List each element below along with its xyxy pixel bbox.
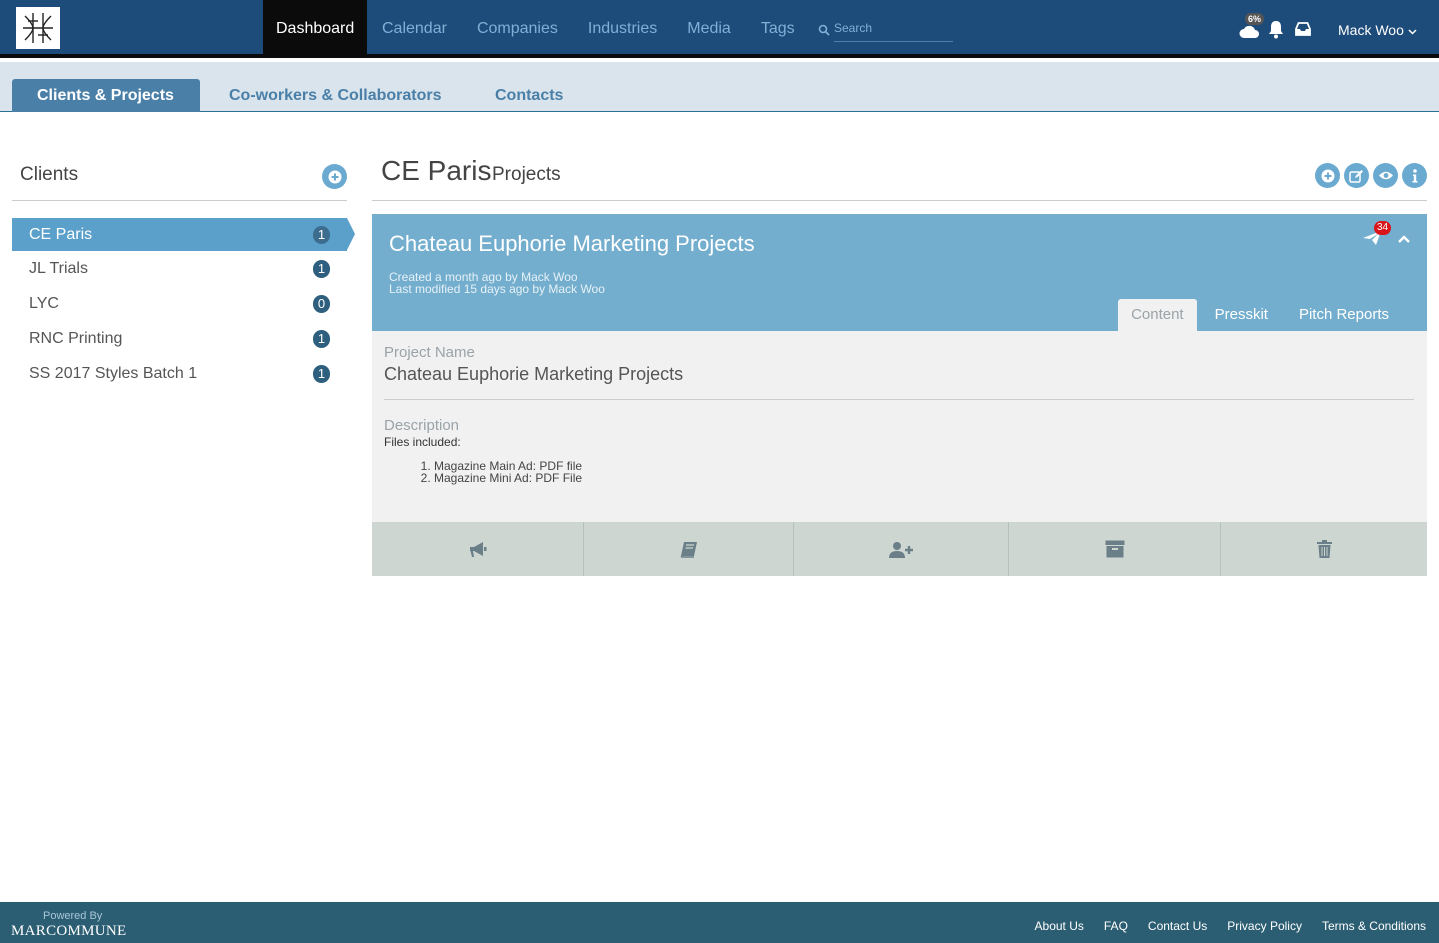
- pitch-button[interactable]: [372, 522, 584, 576]
- client-item[interactable]: SS 2017 Styles Batch 1 1: [12, 357, 355, 391]
- project-count-badge: 0: [313, 295, 330, 313]
- add-collaborator-button[interactable]: [794, 522, 1009, 576]
- user-menu[interactable]: Mack Woo: [1338, 22, 1417, 38]
- tab-coworkers-collaborators[interactable]: Co-workers & Collaborators: [229, 79, 441, 112]
- client-item[interactable]: LYC 0: [12, 287, 355, 321]
- eye-icon: [1378, 171, 1393, 180]
- client-list: CE Paris 1 JL Trials 1 LYC 0 RNC Printin…: [12, 218, 355, 392]
- footer: Powered By MARCOMMUNE About Us FAQ Conta…: [0, 902, 1439, 943]
- nav-media[interactable]: Media: [672, 0, 746, 58]
- client-name: LYC: [29, 295, 59, 312]
- project-name-value: Chateau Euphorie Marketing Projects: [384, 364, 684, 384]
- nav-right-icons: 6%: [1238, 13, 1312, 40]
- project-title: Chateau Euphorie Marketing Projects: [389, 231, 755, 256]
- nav-calendar[interactable]: Calendar: [367, 0, 462, 58]
- edit-client-button[interactable]: [1344, 163, 1369, 188]
- nav-dashboard[interactable]: Dashboard: [263, 0, 367, 58]
- logo-icon: [23, 13, 53, 43]
- client-name: JL Trials: [29, 260, 88, 277]
- project-name-label: Project Name: [384, 344, 475, 361]
- search-input[interactable]: [834, 18, 953, 42]
- description-intro: Files included:: [384, 435, 461, 449]
- tab-content[interactable]: Content: [1118, 299, 1197, 331]
- client-title: CE Paris: [381, 155, 492, 186]
- project-count-badge: 1: [313, 365, 330, 383]
- delete-button[interactable]: [1221, 522, 1427, 576]
- archive-button[interactable]: [1009, 522, 1221, 576]
- description-label: Description: [384, 417, 460, 434]
- project-count-badge: 1: [313, 330, 330, 348]
- notification-count-badge: 34: [1374, 221, 1392, 235]
- trash-icon: [1316, 540, 1332, 558]
- project-header-icons: 34: [1362, 221, 1410, 248]
- megaphone-icon: [469, 541, 486, 557]
- footer-link-faq[interactable]: FAQ: [1104, 919, 1128, 933]
- projects-subtitle: Projects: [492, 164, 561, 185]
- divider: [384, 399, 1414, 400]
- footer-link-terms[interactable]: Terms & Conditions: [1322, 919, 1426, 933]
- project-tabs: Content Presskit Pitch Reports: [1113, 299, 1402, 331]
- client-name: SS 2017 Styles Batch 1: [29, 365, 198, 382]
- client-item[interactable]: RNC Printing 1: [12, 322, 355, 356]
- bell-icon[interactable]: [1267, 20, 1285, 39]
- inbox-icon[interactable]: [1294, 21, 1312, 37]
- view-client-button[interactable]: [1373, 163, 1398, 188]
- tab-pitch-reports[interactable]: Pitch Reports: [1286, 299, 1402, 331]
- user-name: Mack Woo: [1338, 22, 1404, 38]
- nav-industries[interactable]: Industries: [573, 0, 672, 58]
- footer-links: About Us FAQ Contact Us Privacy Policy T…: [1035, 919, 1426, 933]
- pitch-notifications[interactable]: 34: [1362, 221, 1392, 248]
- file-item: Magazine Mini Ad: PDF File: [434, 472, 582, 484]
- cloud-icon: [1239, 25, 1259, 38]
- user-plus-icon: [889, 541, 913, 558]
- clients-header: Clients: [12, 156, 347, 201]
- project-header: Chateau Euphorie Marketing Projects Crea…: [372, 214, 1427, 331]
- storage-indicator[interactable]: 6%: [1238, 13, 1265, 40]
- project-count-badge: 1: [313, 260, 330, 278]
- info-icon: [1412, 168, 1417, 182]
- project-count-badge: 1: [313, 226, 330, 244]
- plus-circle-icon: [1321, 169, 1334, 182]
- tab-clients-projects[interactable]: Clients & Projects: [12, 79, 200, 112]
- clients-title: Clients: [20, 164, 79, 185]
- add-client-button[interactable]: [322, 164, 347, 189]
- project-card: Chateau Euphorie Marketing Projects Crea…: [372, 214, 1427, 576]
- chevron-down-icon: [1408, 29, 1417, 35]
- footer-link-contact[interactable]: Contact Us: [1148, 919, 1207, 933]
- modified-info: Last modified 15 days ago by Mack Woo: [389, 282, 605, 296]
- section-tabs: Clients & Projects Co-workers & Collabor…: [0, 62, 1439, 112]
- search-box: [818, 18, 953, 42]
- chevron-up-icon[interactable]: [1398, 235, 1410, 243]
- footer-link-privacy[interactable]: Privacy Policy: [1227, 919, 1302, 933]
- app-logo[interactable]: [16, 7, 60, 49]
- brand-logo[interactable]: MARCOMMUNE: [11, 923, 127, 940]
- client-name: CE Paris: [29, 226, 93, 243]
- storage-percent-badge: 6%: [1245, 13, 1265, 25]
- powered-by-label: Powered By: [43, 910, 103, 922]
- files-list: Magazine Main Ad: PDF file Magazine Mini…: [434, 460, 582, 484]
- plus-circle-icon: [328, 170, 341, 183]
- search-icon: [818, 24, 830, 36]
- tab-presskit[interactable]: Presskit: [1202, 299, 1281, 331]
- client-name: RNC Printing: [29, 330, 123, 347]
- project-action-bar: [372, 522, 1427, 576]
- archive-icon: [1105, 540, 1124, 558]
- footer-link-about[interactable]: About Us: [1035, 919, 1084, 933]
- client-info-button[interactable]: [1402, 163, 1427, 188]
- add-project-button[interactable]: [1315, 163, 1340, 188]
- top-nav: Dashboard Calendar Companies Industries …: [0, 0, 1439, 58]
- main-nav: Dashboard Calendar Companies Industries …: [263, 0, 810, 58]
- edit-icon: [1349, 169, 1363, 183]
- presskit-button[interactable]: [584, 522, 794, 576]
- client-item[interactable]: CE Paris 1: [12, 218, 355, 251]
- client-item[interactable]: JL Trials 1: [12, 252, 355, 286]
- tab-contacts[interactable]: Contacts: [495, 79, 563, 112]
- book-icon: [679, 541, 697, 558]
- nav-tags[interactable]: Tags: [746, 0, 810, 58]
- main-header: CE Paris Projects: [372, 155, 1427, 201]
- client-actions: [1315, 163, 1427, 188]
- nav-companies[interactable]: Companies: [462, 0, 573, 58]
- project-meta: Created a month ago by Mack Woo Last mod…: [389, 271, 605, 295]
